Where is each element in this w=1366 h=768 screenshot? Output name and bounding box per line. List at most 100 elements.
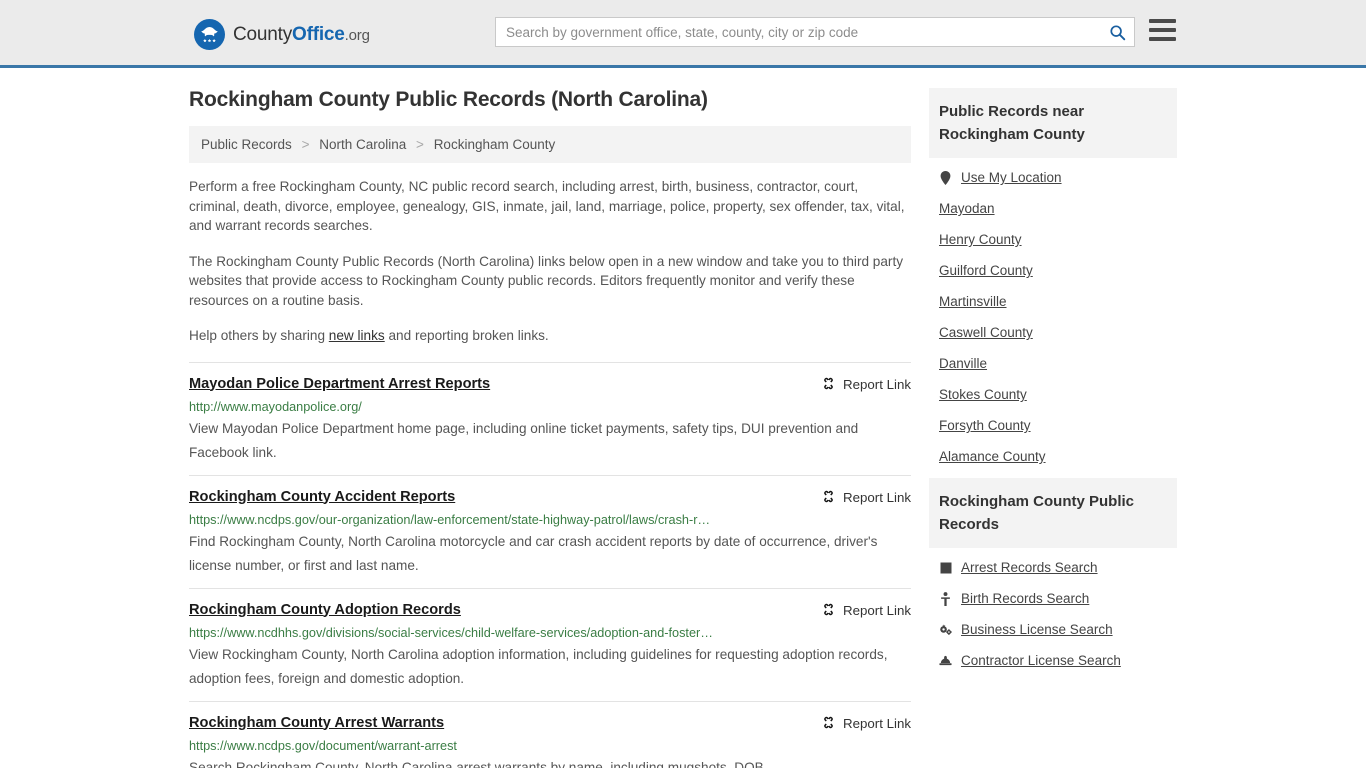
sidebar-nearby-item[interactable]: Henry County <box>929 224 1177 255</box>
sidebar-records-link[interactable]: Arrest Records Search <box>961 560 1098 575</box>
sidebar-nearby-link[interactable]: Mayodan <box>939 201 995 216</box>
hamburger-menu-icon[interactable] <box>1149 19 1176 41</box>
search-icon[interactable] <box>1100 18 1134 46</box>
report-link-button[interactable]: Report Link <box>821 375 911 394</box>
intro-paragraph-1: Perform a free Rockingham County, NC pub… <box>189 179 905 233</box>
gavel-block-icon <box>939 562 952 574</box>
breadcrumb-item-public-records[interactable]: Public Records <box>201 137 292 152</box>
sidebar-nearby-item[interactable]: Alamance County <box>929 441 1177 472</box>
result-description: Find Rockingham County, North Carolina m… <box>189 533 878 573</box>
breadcrumb-item-rockingham-county[interactable]: Rockingham County <box>434 137 556 152</box>
result-header: Rockingham County Arrest Warrants Report … <box>189 714 911 733</box>
breadcrumb-item-north-carolina[interactable]: North Carolina <box>319 137 406 152</box>
broken-link-icon <box>821 602 836 620</box>
sidebar-nearby-link[interactable]: Guilford County <box>939 263 1033 278</box>
sidebar-records-link[interactable]: Business License Search <box>961 622 1113 637</box>
brand-part-county: County <box>233 23 293 45</box>
intro-paragraph-2: The Rockingham County Public Records (No… <box>189 253 904 308</box>
result-description: Search Rockingham County, North Carolina… <box>189 759 768 768</box>
sidebar-records-list: Arrest Records Search Birth Records Searc… <box>929 548 1177 676</box>
search-input[interactable] <box>496 18 1100 46</box>
site-logo-link[interactable]: CountyOffice.org <box>194 19 370 50</box>
sidebar-nearby-item[interactable]: Caswell County <box>929 317 1177 348</box>
sidebar-nearby-link[interactable]: Alamance County <box>939 449 1046 464</box>
hamburger-bar <box>1149 37 1176 41</box>
report-link-label: Report Link <box>843 377 911 392</box>
brand-part-org: .org <box>344 26 370 44</box>
sidebar-records-item[interactable]: Birth Records Search <box>929 583 1177 614</box>
intro-text: Perform a free Rockingham County, NC pub… <box>189 177 911 346</box>
sidebar-records-item[interactable]: Arrest Records Search <box>929 552 1177 583</box>
result-title-link[interactable]: Mayodan Police Department Arrest Reports <box>189 375 490 393</box>
sidebar-nearby-link[interactable]: Forsyth County <box>939 418 1031 433</box>
sidebar-records-heading: Rockingham County Public Records <box>929 478 1177 548</box>
report-link-button[interactable]: Report Link <box>821 714 911 733</box>
gears-icon <box>939 623 952 636</box>
broken-link-icon <box>821 489 836 507</box>
broken-link-icon <box>821 376 836 394</box>
sidebar-nearby-item[interactable]: Mayodan <box>929 193 1177 224</box>
broken-link-icon <box>821 715 836 733</box>
report-link-button[interactable]: Report Link <box>821 601 911 620</box>
report-link-label: Report Link <box>843 716 911 731</box>
breadcrumb-separator: > <box>301 137 310 152</box>
breadcrumb: Public Records > North Carolina > Rockin… <box>189 126 911 163</box>
sidebar-nearby-item[interactable]: Guilford County <box>929 255 1177 286</box>
sidebar-nearby-link[interactable]: Martinsville <box>939 294 1007 309</box>
intro-p3-before: Help others by sharing <box>189 328 329 343</box>
hard-hat-icon <box>939 655 952 667</box>
sidebar: Public Records near Rockingham County Us… <box>929 88 1177 768</box>
report-link-label: Report Link <box>843 490 911 505</box>
sidebar-records-item[interactable]: Contractor License Search <box>929 645 1177 676</box>
baby-icon <box>939 591 952 606</box>
result-url: http://www.mayodanpolice.org/ <box>189 399 362 414</box>
sidebar-nearby-heading: Public Records near Rockingham County <box>929 88 1177 158</box>
page-body: Rockingham County Public Records (North … <box>0 68 1366 768</box>
sidebar-nearby-item[interactable]: Danville <box>929 348 1177 379</box>
result-url: https://www.ncdps.gov/document/warrant-a… <box>189 738 457 753</box>
sidebar-nearby-link[interactable]: Caswell County <box>939 325 1033 340</box>
intro-paragraph-3: Help others by sharing new links and rep… <box>189 326 911 346</box>
results-list: Mayodan Police Department Arrest Reports… <box>189 361 911 768</box>
sidebar-nearby-item[interactable]: Use My Location <box>929 162 1177 193</box>
result-header: Rockingham County Adoption Records Report… <box>189 601 911 620</box>
sidebar-nearby-link[interactable]: Use My Location <box>961 170 1062 185</box>
result-item: Rockingham County Adoption Records Report… <box>189 587 911 701</box>
brand-wordmark: CountyOffice.org <box>233 24 370 46</box>
site-header: CountyOffice.org <box>0 0 1366 68</box>
sidebar-nearby-link[interactable]: Danville <box>939 356 987 371</box>
breadcrumb-separator: > <box>416 137 424 152</box>
result-url: https://www.ncdps.gov/our-organization/l… <box>189 512 711 527</box>
sidebar-nearby-link[interactable]: Henry County <box>939 232 1022 247</box>
main-content: Rockingham County Public Records (North … <box>189 88 911 768</box>
result-url: https://www.ncdhhs.gov/divisions/social-… <box>189 625 713 640</box>
result-item: Rockingham County Accident Reports Report… <box>189 474 911 588</box>
new-links-link[interactable]: new links <box>329 328 385 343</box>
sidebar-nearby-link[interactable]: Stokes County <box>939 387 1027 402</box>
sidebar-records-link[interactable]: Contractor License Search <box>961 653 1121 668</box>
sidebar-nearby-item[interactable]: Martinsville <box>929 286 1177 317</box>
search-bar[interactable] <box>495 17 1135 47</box>
page-title: Rockingham County Public Records (North … <box>189 88 708 111</box>
hamburger-bar <box>1149 28 1176 32</box>
sidebar-records-link[interactable]: Birth Records Search <box>961 591 1089 606</box>
result-header: Rockingham County Accident Reports Report… <box>189 488 911 507</box>
result-title-link[interactable]: Rockingham County Arrest Warrants <box>189 714 444 732</box>
sidebar-nearby-section: Public Records near Rockingham County Us… <box>929 88 1177 472</box>
hamburger-bar <box>1149 19 1176 23</box>
report-link-label: Report Link <box>843 603 911 618</box>
result-title-link[interactable]: Rockingham County Accident Reports <box>189 488 455 506</box>
sidebar-nearby-list: Use My Location Mayodan Henry County Guilfo… <box>929 158 1177 472</box>
brand-part-office: Office <box>292 23 345 45</box>
result-title-link[interactable]: Rockingham County Adoption Records <box>189 601 461 619</box>
result-header: Mayodan Police Department Arrest Reports… <box>189 375 911 394</box>
result-item: Rockingham County Arrest Warrants Report … <box>189 700 911 768</box>
result-description: View Mayodan Police Department home page… <box>189 420 859 460</box>
result-item: Mayodan Police Department Arrest Reports… <box>189 361 911 475</box>
report-link-button[interactable]: Report Link <box>821 488 911 507</box>
intro-p3-after: and reporting broken links. <box>384 328 549 343</box>
sidebar-nearby-item[interactable]: Stokes County <box>929 379 1177 410</box>
sidebar-records-section: Rockingham County Public Records Arrest … <box>929 478 1177 676</box>
sidebar-nearby-item[interactable]: Forsyth County <box>929 410 1177 441</box>
sidebar-records-item[interactable]: Business License Search <box>929 614 1177 645</box>
